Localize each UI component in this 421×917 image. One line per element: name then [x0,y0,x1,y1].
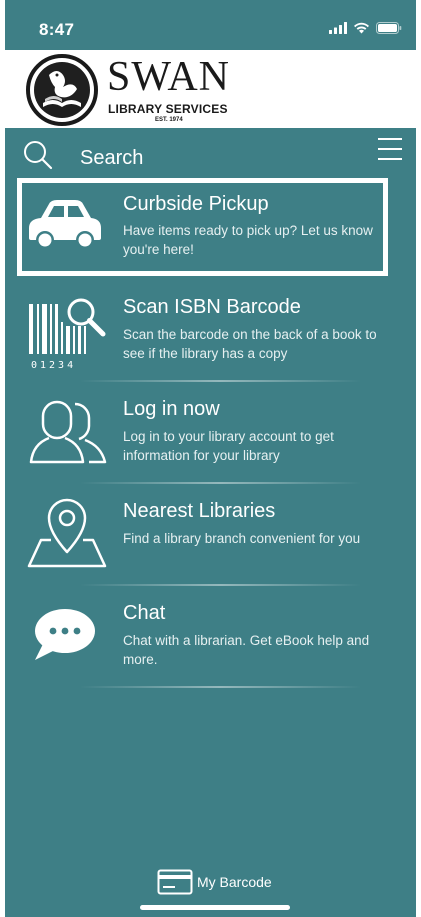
battery-icon [376,22,402,34]
item-description: Log in to your library account to get in… [123,429,334,463]
search-bar[interactable]: Search [5,128,416,178]
item-description: Chat with a librarian. Get eBook help an… [123,633,370,667]
item-title: Scan ISBN Barcode [123,296,301,318]
status-icons [329,22,402,34]
search-icon[interactable] [23,140,53,170]
item-description: Find a library branch convenient for you [123,531,361,546]
brand-subtitle: LIBRARY SERVICES [108,102,228,116]
map-pin-icon [27,498,107,568]
brand-header: SWAN LIBRARY SERVICES EST. 1974 [5,50,416,128]
wifi-icon [354,22,369,34]
item-title: Log in now [123,398,220,420]
barcode-scan-icon: 01234 [29,298,106,371]
home-indicator[interactable] [140,905,290,910]
menu-list: Curbside Pickup Have items ready to pick… [5,178,416,688]
cellular-signal-icon [329,22,347,34]
item-description: Scan the barcode on the back of a book t… [123,327,377,361]
menu-item-chat[interactable]: Chat Chat with a librarian. Get eBook he… [5,586,416,688]
menu-item-log-in[interactable]: Log in now Log in to your library accoun… [5,382,416,484]
item-title: Chat [123,602,166,624]
divider [80,686,361,688]
menu-item-scan-isbn-barcode[interactable]: 01234 Scan ISBN Barcode Scan the barcode… [5,280,416,382]
my-barcode-label: My Barcode [197,874,272,890]
chat-bubble-icon [35,609,95,660]
status-bar: 8:47 [5,0,416,50]
item-description: Have items ready to pick up? Let us know… [123,223,373,257]
brand-established: EST. 1974 [155,117,183,123]
car-icon [29,200,101,249]
menu-item-nearest-libraries[interactable]: Nearest Libraries Find a library branch … [5,484,416,586]
barcode-digits: 01234 [31,360,76,371]
menu-item-curbside-pickup[interactable]: Curbside Pickup Have items ready to pick… [5,178,416,280]
search-input[interactable]: Search [80,147,143,170]
app-screen: 8:47 SWAN LIBRARY SERVICES EST. 1974 Sea… [5,0,416,917]
swan-book-logo-icon [26,54,98,126]
card-icon [157,869,193,895]
brand-name: SWAN [107,54,231,100]
my-barcode-button[interactable]: My Barcode [157,869,272,895]
status-time: 8:47 [39,20,75,39]
hamburger-menu-icon[interactable] [376,136,404,162]
users-icon [29,400,107,464]
bottom-bar: My Barcode [5,857,416,917]
item-title: Nearest Libraries [123,500,276,522]
item-title: Curbside Pickup [123,193,269,215]
